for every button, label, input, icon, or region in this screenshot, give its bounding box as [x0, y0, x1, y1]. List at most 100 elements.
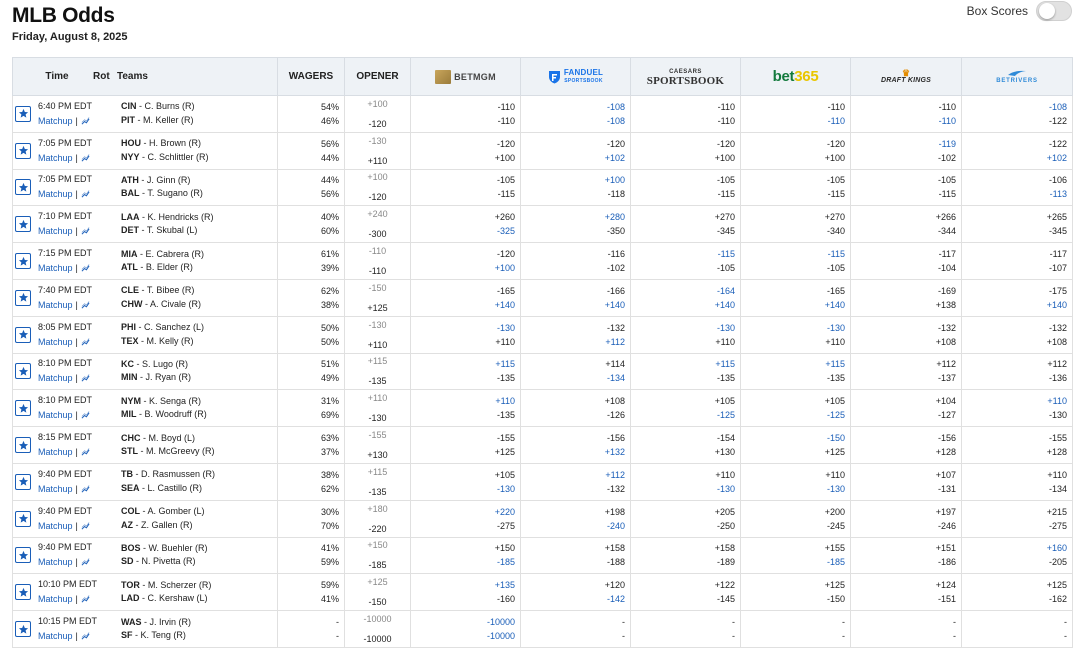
away-odds[interactable]: +155 — [741, 541, 845, 555]
favorite-star-button[interactable] — [15, 105, 31, 122]
home-odds[interactable]: -142 — [521, 592, 625, 606]
caesars-column-header[interactable]: CAESARS SPORTSBOOK — [630, 57, 741, 96]
away-odds[interactable]: -110 — [851, 100, 956, 114]
away-odds[interactable]: - — [741, 615, 845, 629]
home-team[interactable]: STL - M. McGreevy (R) — [121, 445, 215, 459]
line-chart-icon[interactable] — [81, 153, 90, 163]
away-odds[interactable]: -105 — [741, 173, 845, 187]
home-odds[interactable]: -118 — [521, 187, 625, 201]
away-odds[interactable]: -155 — [962, 431, 1067, 445]
home-odds[interactable]: +100 — [411, 151, 515, 165]
away-odds[interactable]: - — [851, 615, 956, 629]
home-team[interactable]: MIN - J. Ryan (R) — [121, 371, 191, 385]
home-odds[interactable]: -135 — [741, 371, 845, 385]
home-odds[interactable]: -150 — [741, 592, 845, 606]
home-odds[interactable]: +128 — [851, 445, 956, 459]
line-chart-icon[interactable] — [81, 521, 90, 531]
home-team[interactable]: NYY - C. Schlittler (R) — [121, 151, 209, 165]
away-odds[interactable]: +110 — [962, 468, 1067, 482]
away-odds[interactable]: +220 — [411, 505, 515, 519]
draftkings-column-header[interactable]: ♛ DRAFT KINGS — [850, 57, 962, 96]
away-odds[interactable]: +266 — [851, 210, 956, 224]
home-team[interactable]: ATL - B. Elder (R) — [121, 261, 204, 275]
away-odds[interactable]: +120 — [521, 578, 625, 592]
home-team[interactable]: MIL - B. Woodruff (R) — [121, 408, 207, 422]
favorite-star-button[interactable] — [15, 142, 31, 159]
away-team[interactable]: NYM - K. Senga (R) — [121, 395, 207, 409]
home-odds[interactable]: +125 — [741, 445, 845, 459]
home-odds[interactable]: -130 — [411, 482, 515, 496]
home-odds[interactable]: -131 — [851, 482, 956, 496]
home-odds[interactable]: -185 — [411, 555, 515, 569]
favorite-star-button[interactable] — [15, 547, 31, 564]
away-odds[interactable]: -115 — [631, 247, 735, 261]
home-odds[interactable]: -115 — [851, 187, 956, 201]
home-odds[interactable]: -127 — [851, 408, 956, 422]
home-odds[interactable]: - — [962, 629, 1067, 643]
away-odds[interactable]: +160 — [962, 541, 1067, 555]
home-odds[interactable]: +110 — [411, 335, 515, 349]
away-team[interactable]: TB - D. Rasmussen (R) — [121, 468, 215, 482]
home-odds[interactable]: +132 — [521, 445, 625, 459]
away-odds[interactable]: -105 — [411, 173, 515, 187]
away-odds[interactable]: +105 — [411, 468, 515, 482]
home-team[interactable]: PIT - M. Keller (R) — [121, 114, 195, 128]
away-odds[interactable]: -130 — [411, 321, 515, 335]
home-odds[interactable]: -340 — [741, 224, 845, 238]
home-odds[interactable]: -135 — [411, 408, 515, 422]
home-odds[interactable]: +140 — [521, 298, 625, 312]
away-odds[interactable]: -164 — [631, 284, 735, 298]
matchup-link[interactable]: Matchup — [38, 299, 73, 312]
away-odds[interactable]: +104 — [851, 394, 956, 408]
home-odds[interactable]: -135 — [411, 371, 515, 385]
away-odds[interactable]: +270 — [631, 210, 735, 224]
home-odds[interactable]: -151 — [851, 592, 956, 606]
away-odds[interactable]: -120 — [521, 137, 625, 151]
home-odds[interactable]: -130 — [962, 408, 1067, 422]
away-odds[interactable]: +151 — [851, 541, 956, 555]
matchup-link[interactable]: Matchup — [38, 409, 73, 422]
home-team[interactable]: AZ - Z. Gallen (R) — [121, 519, 205, 533]
home-odds[interactable]: -137 — [851, 371, 956, 385]
away-odds[interactable]: -155 — [411, 431, 515, 445]
away-odds[interactable]: -115 — [741, 247, 845, 261]
away-team[interactable]: PHI - C. Sanchez (L) — [121, 321, 204, 335]
away-odds[interactable]: +110 — [962, 394, 1067, 408]
favorite-star-button[interactable] — [15, 473, 31, 490]
home-odds[interactable]: -275 — [962, 519, 1067, 533]
away-odds[interactable]: -10000 — [411, 615, 515, 629]
home-odds[interactable]: -135 — [631, 371, 735, 385]
home-odds[interactable]: +100 — [631, 151, 735, 165]
betrivers-column-header[interactable]: BETRIVERS — [961, 57, 1073, 96]
line-chart-icon[interactable] — [81, 301, 90, 310]
away-odds[interactable]: +280 — [521, 210, 625, 224]
home-odds[interactable]: +125 — [411, 445, 515, 459]
away-odds[interactable]: +135 — [411, 578, 515, 592]
matchup-link[interactable]: Matchup — [38, 446, 73, 459]
home-odds[interactable]: -350 — [521, 224, 625, 238]
away-odds[interactable]: +205 — [631, 505, 735, 519]
away-odds[interactable]: +107 — [851, 468, 956, 482]
matchup-link[interactable]: Matchup — [38, 336, 73, 349]
home-odds[interactable]: -104 — [851, 261, 956, 275]
away-odds[interactable]: -108 — [521, 100, 625, 114]
matchup-link[interactable]: Matchup — [38, 115, 73, 128]
away-odds[interactable]: -120 — [741, 137, 845, 151]
home-odds[interactable]: -186 — [851, 555, 956, 569]
home-odds[interactable]: -245 — [741, 519, 845, 533]
wagers-column-header[interactable]: WAGERS — [277, 57, 345, 96]
home-odds[interactable]: +140 — [631, 298, 735, 312]
home-odds[interactable]: -113 — [962, 187, 1067, 201]
favorite-star-button[interactable] — [15, 510, 31, 527]
away-team[interactable]: MIA - E. Cabrera (R) — [121, 248, 204, 262]
opener-column-header[interactable]: OPENER — [344, 57, 411, 96]
away-team[interactable]: WAS - J. Irvin (R) — [121, 616, 191, 630]
home-odds[interactable]: -344 — [851, 224, 956, 238]
line-chart-icon[interactable] — [81, 264, 90, 273]
away-odds[interactable]: +114 — [521, 357, 625, 371]
home-odds[interactable]: -130 — [741, 482, 845, 496]
away-odds[interactable]: +125 — [741, 578, 845, 592]
away-odds[interactable]: +105 — [741, 394, 845, 408]
away-odds[interactable]: -132 — [851, 321, 956, 335]
away-odds[interactable]: +150 — [411, 541, 515, 555]
